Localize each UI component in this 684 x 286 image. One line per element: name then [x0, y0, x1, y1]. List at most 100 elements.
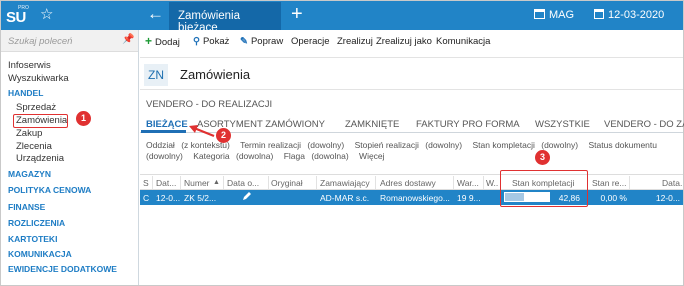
add-button[interactable]: + Dodaj: [145, 34, 180, 48]
new-tab-plus-icon[interactable]: +: [291, 3, 303, 25]
column-header-w[interactable]: W...: [486, 178, 498, 188]
operations-button[interactable]: Operacje: [291, 36, 330, 47]
pin-icon[interactable]: 📌: [122, 34, 134, 45]
warehouse-selector[interactable]: MAG: [534, 9, 574, 21]
command-search[interactable]: Szukaj poleceń 📌: [1, 30, 138, 52]
column-header-delivery-address[interactable]: Adres dostawy: [380, 178, 450, 188]
filter-kategoria[interactable]: Kategoria (dowolna): [193, 151, 277, 161]
sidebar-section-komunikacja[interactable]: KOMUNIKACJA: [8, 249, 72, 259]
column-header-value[interactable]: War...: [457, 178, 481, 188]
cell-address: Romanowskiego...: [380, 193, 450, 203]
view-subtitle: VENDERO - DO REALIZACJI: [146, 99, 273, 110]
sidebar-section-finanse[interactable]: FINANSE: [8, 202, 45, 212]
step-marker-1: 1: [76, 111, 91, 126]
column-divider: [268, 176, 269, 189]
filter-name: Status dokumentu: [588, 140, 657, 150]
filter-flaga[interactable]: Flaga (dowolna): [284, 151, 353, 161]
column-header-s[interactable]: S: [143, 178, 151, 188]
column-header-date[interactable]: Dat...: [156, 178, 178, 188]
column-header-realization[interactable]: Stan re...: [592, 178, 626, 188]
sidebar-section-polityka-cenowa[interactable]: POLITYKA CENOWA: [8, 185, 91, 195]
cell-date: 12-0...: [156, 193, 180, 203]
column-divider: [223, 176, 224, 189]
filter-termin-realizacji[interactable]: Termin realizacji (dowolny): [240, 140, 348, 150]
top-bar: SU PRO ☆ ← Zamówienia bieżące + MAG 12-0…: [1, 1, 683, 34]
cell-value: 19 9...: [457, 193, 481, 203]
sidebar-section-ewidencje-dodatkowe[interactable]: EWIDENCJE DODATKOWE: [8, 264, 117, 274]
sidebar-item-zakup[interactable]: Zakup: [16, 128, 42, 139]
favorites-star-icon[interactable]: ☆: [40, 5, 53, 25]
column-header-order-date[interactable]: Data o...: [227, 178, 265, 188]
tab-asortyment-zamowiony[interactable]: ASORTYMENT ZAMÓWIONY: [197, 119, 325, 130]
sidebar-item-sprzedaz[interactable]: Sprzedaż: [16, 102, 56, 113]
column-header-date2[interactable]: Data...: [662, 178, 683, 188]
column-divider: [180, 176, 181, 189]
show-button[interactable]: ⚲ Pokaż: [193, 36, 229, 47]
filter-value: (dowolna): [311, 151, 349, 161]
sidebar-item-infoserwis[interactable]: Infoserwis: [8, 60, 51, 71]
filter-name: Stopień realizacji: [354, 140, 419, 150]
column-divider: [629, 176, 630, 189]
tab-wszystkie[interactable]: WSZYSTKIE: [535, 119, 590, 130]
cell-customer: AD-MAR s.c.: [320, 193, 370, 203]
main-panel: ZN Zamówienia VENDERO - DO REALIZACJI BI…: [140, 53, 684, 285]
column-divider: [316, 176, 317, 189]
search-icon: ⚲: [193, 36, 200, 47]
filter-name: Oddział: [146, 140, 175, 150]
callout-box-completion: [500, 170, 588, 207]
warehouse-label: MAG: [549, 9, 575, 21]
realize-button[interactable]: Zrealizuj: [337, 36, 373, 47]
filter-stopien-realizacji[interactable]: Stopień realizacji (dowolny): [355, 140, 467, 150]
pen-icon: [243, 192, 251, 200]
column-header-customer[interactable]: Zamawiający: [320, 178, 372, 188]
callout-box-zamowienia: [13, 114, 68, 128]
logo-sub: PRO: [18, 5, 29, 11]
tab-zamkniete[interactable]: ZAMKNIĘTE: [345, 119, 399, 130]
sidebar-section-rozliczenia[interactable]: ROZLICZENIA: [8, 218, 65, 228]
pencil-icon: ✎: [240, 36, 248, 47]
filter-value: (dowolny): [307, 140, 345, 150]
sidebar-item-urzadzenia[interactable]: Urządzenia: [16, 153, 64, 164]
sidebar-item-wyszukiwarka[interactable]: Wyszukiwarka: [8, 73, 69, 84]
filter-bar: Oddział (z kontekstu) Termin realizacji …: [146, 140, 681, 162]
filter-name: Flaga: [283, 151, 305, 161]
sidebar-item-zlecenia[interactable]: Zlecenia: [16, 141, 52, 152]
sidebar-section-handel[interactable]: HANDEL: [8, 88, 43, 98]
sidebar-section-kartoteki[interactable]: KARTOTEKI: [8, 234, 57, 244]
sort-ascending-icon[interactable]: ▲: [213, 179, 220, 186]
active-tab-indicator: [141, 130, 186, 133]
filter-more[interactable]: Więcej: [359, 151, 385, 161]
cell-realization: 0,00 %: [600, 193, 627, 203]
cell-number: ZK 5/2...: [184, 193, 217, 203]
tab-biezace[interactable]: BIEŻĄCE: [146, 119, 188, 130]
column-divider: [152, 176, 153, 189]
realize-as-button[interactable]: Zrealizuj jako: [376, 36, 432, 47]
sidebar-section-magazyn[interactable]: MAGAZYN: [8, 169, 51, 179]
sidebar: Szukaj poleceń 📌 Infoserwis Wyszukiwarka…: [1, 30, 139, 285]
cell-s: C: [143, 193, 150, 203]
column-divider: [483, 176, 484, 189]
column-header-number[interactable]: Numer: [184, 178, 210, 188]
back-arrow-icon[interactable]: ←: [147, 4, 164, 24]
tab-faktury-pro-forma[interactable]: FAKTURY PRO FORMA: [416, 119, 520, 130]
communication-button[interactable]: Komunikacja: [436, 36, 490, 47]
page-title: Zamówienia: [180, 67, 251, 82]
edit-button[interactable]: ✎ Popraw: [240, 36, 283, 47]
table-row[interactable]: C 12-0... ZK 5/2... AD-MAR s.c. Romanows…: [140, 190, 683, 213]
app-logo[interactable]: SU PRO: [6, 4, 32, 26]
filter-stan-kompletacji[interactable]: Stan kompletacji (dowolny): [473, 140, 583, 150]
filter-name: Termin realizacji: [240, 140, 302, 150]
tab-vendero-do-za[interactable]: VENDERO - DO ZA: [604, 119, 684, 130]
calendar-icon: [594, 9, 604, 19]
column-header-original[interactable]: Oryginał: [271, 178, 315, 188]
tab-active-document[interactable]: Zamówienia bieżące: [169, 2, 281, 34]
working-date[interactable]: 12-03-2020: [594, 9, 664, 21]
logo-text: SU: [6, 9, 26, 26]
step-marker-2: 2: [216, 128, 231, 143]
column-divider: [453, 176, 454, 189]
filter-value: (dowolny): [425, 140, 463, 150]
filter-value: (dowolny): [146, 151, 183, 161]
edit-label: Popraw: [250, 36, 284, 47]
show-label: Pokaż: [202, 36, 230, 47]
column-divider: [375, 176, 376, 189]
